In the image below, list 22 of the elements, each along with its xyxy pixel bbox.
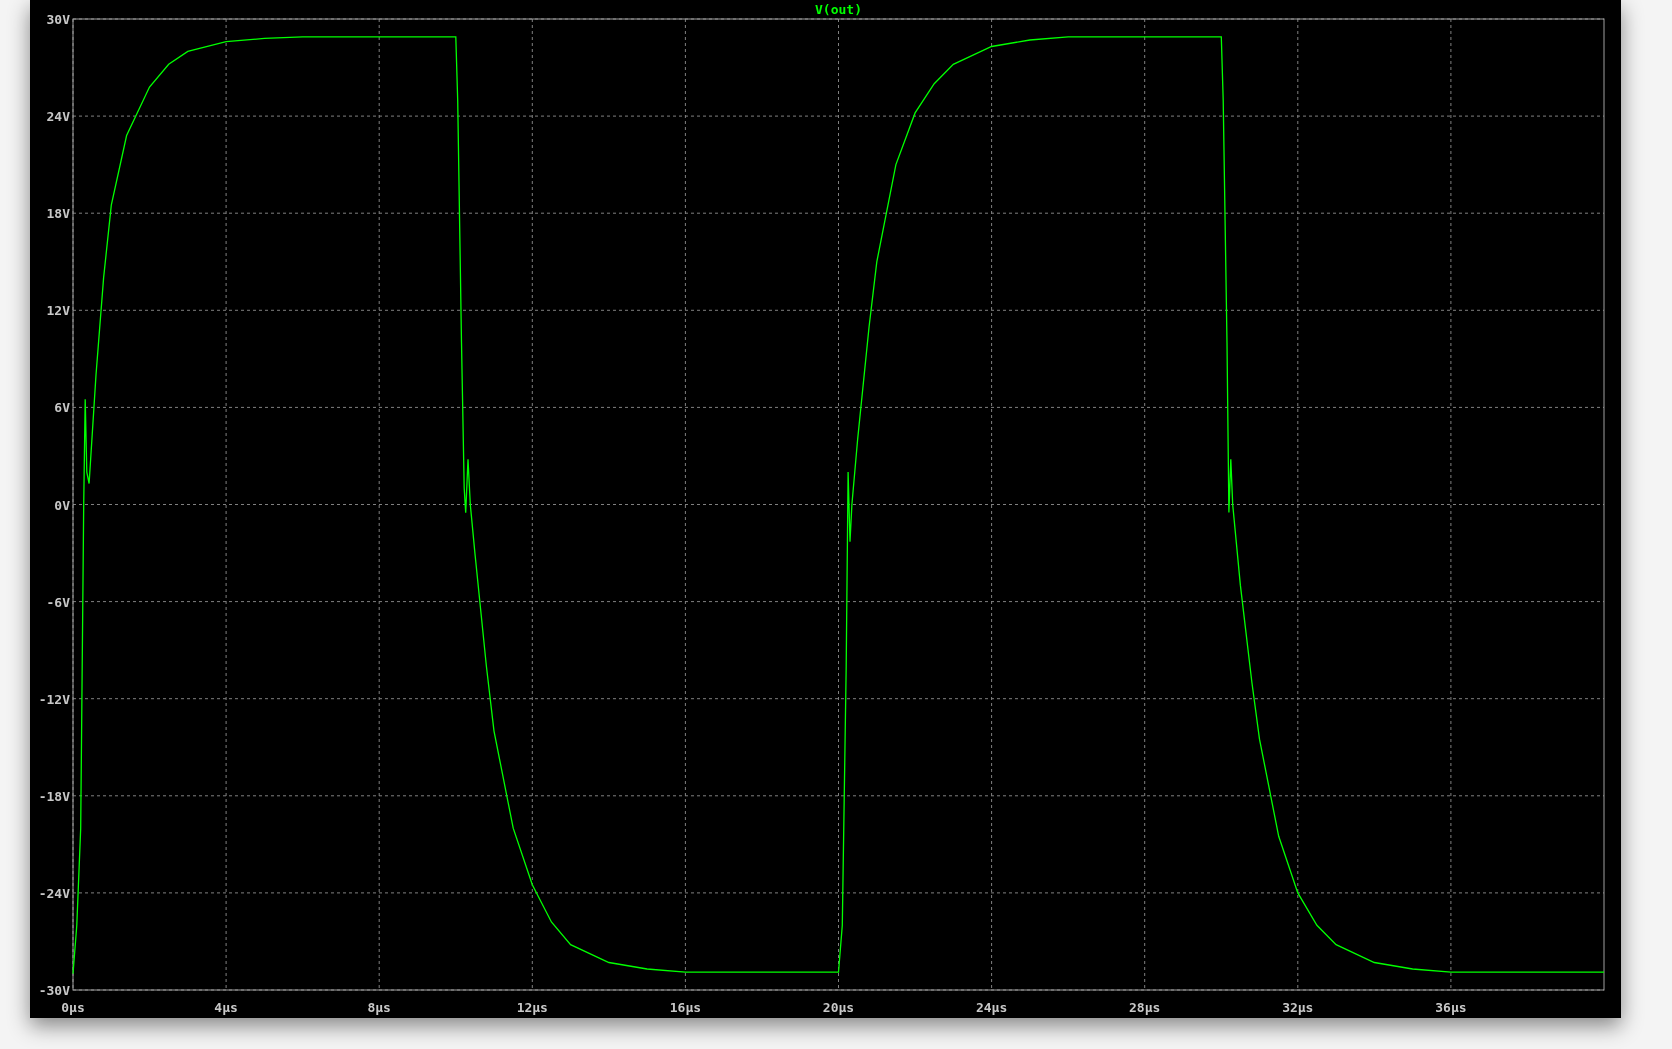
- axis-tick-label: 18V: [46, 206, 70, 222]
- axis-tick-label: 12V: [46, 303, 70, 319]
- axis-tick-label: 32µs: [1282, 1000, 1314, 1015]
- axis-tick-label: 0µs: [61, 1000, 85, 1015]
- axis-tick-label: 8µs: [367, 1000, 391, 1015]
- axis-tick-label: 16µs: [669, 1000, 702, 1015]
- axis-tick-label: 6V: [54, 400, 70, 416]
- axis-tick-label: 4µs: [214, 1000, 238, 1015]
- trace-label: V(out): [815, 2, 862, 17]
- axis-tick-label: -18V: [38, 788, 70, 804]
- axis-tick-label: -12V: [38, 691, 70, 707]
- axis-tick-label: 24µs: [975, 1000, 1008, 1015]
- axis-tick-label: 12µs: [516, 1000, 548, 1015]
- axis-tick-label: -30V: [38, 983, 70, 998]
- axis-tick-label: 28µs: [1129, 1000, 1161, 1015]
- axis-tick-label: -6V: [46, 594, 70, 610]
- axis-tick-label: 24V: [46, 109, 70, 125]
- axis-tick-label: 36µs: [1435, 1000, 1467, 1015]
- axis-tick-label: 0V: [54, 497, 70, 513]
- axis-tick-label: -24V: [38, 885, 70, 901]
- axis-tick-label: 30V: [46, 12, 70, 27]
- axis-tick-label: 20µs: [822, 1000, 855, 1015]
